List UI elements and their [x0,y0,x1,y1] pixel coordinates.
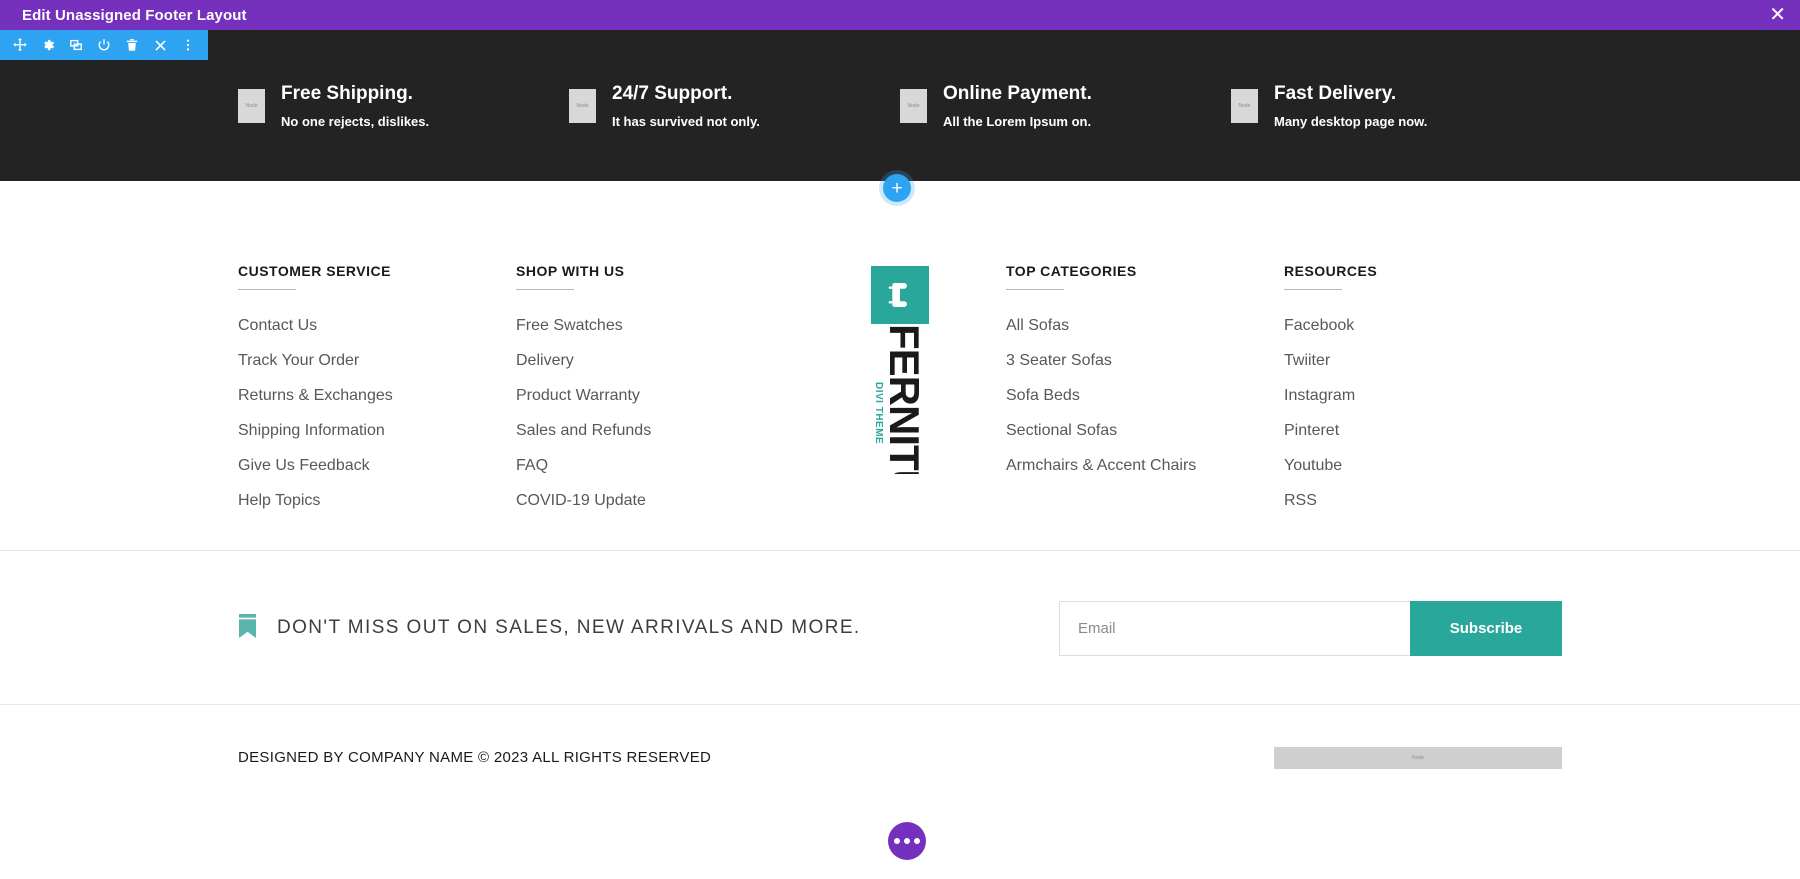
close-icon[interactable] [146,30,174,60]
footer-link[interactable]: Sectional Sofas [1006,423,1284,439]
editor-top-bar: Edit Unassigned Footer Layout ✕ [0,0,1800,30]
footer-link[interactable]: Instagram [1284,388,1562,404]
payment-methods-placeholder-icon: Node [1274,747,1562,769]
newsletter-row: DON'T MISS OUT ON SALES, NEW ARRIVALS AN… [238,551,1562,705]
fab-dot-icon [904,838,910,844]
footer-column-top-categories: TOP CATEGORIES All Sofas 3 Seater Sofas … [1006,263,1284,509]
settings-gear-icon[interactable] [34,30,62,60]
footer-link[interactable]: Pinteret [1284,423,1562,439]
feature-item: Node Online Payment. All the Lorem Ipsum… [900,82,1231,129]
image-placeholder-icon: Node [569,89,596,123]
footer-link[interactable]: Contact Us [238,318,516,334]
copyright-text: DESIGNED BY COMPANY NAME © 2023 ALL RIGH… [238,749,711,766]
heading-underline [516,289,574,290]
footer-link[interactable]: Free Swatches [516,318,794,334]
feature-title: Free Shipping. [281,82,429,107]
features-row: Node Free Shipping. No one rejects, disl… [238,30,1562,181]
feature-item: Node Fast Delivery. Many desktop page no… [1231,82,1562,129]
feature-title: Online Payment. [943,82,1092,107]
footer-link[interactable]: Track Your Order [238,353,516,369]
feature-subtitle: It has survived not only. [612,114,760,130]
power-toggle-icon[interactable] [90,30,118,60]
image-placeholder-icon: Node [1231,89,1258,123]
footer-link[interactable]: All Sofas [1006,318,1284,334]
footer-link[interactable]: Shipping Information [238,423,516,439]
bookmark-icon [238,613,257,644]
footer-column-resources: RESOURCES Facebook Twiiter Instagram Pin… [1284,263,1562,509]
column-heading: RESOURCES [1284,263,1562,279]
footer-link[interactable]: Product Warranty [516,388,794,404]
copyright-row: DESIGNED BY COMPANY NAME © 2023 ALL RIGH… [238,705,1562,810]
footer-link[interactable]: Returns & Exchanges [238,388,516,404]
newsletter-heading: DON'T MISS OUT ON SALES, NEW ARRIVALS AN… [277,617,861,639]
footer-link[interactable]: FAQ [516,458,794,474]
features-strip: Node Free Shipping. No one rejects, disl… [0,30,1800,181]
editor-title: Edit Unassigned Footer Layout [22,7,247,24]
feature-title: 24/7 Support. [612,82,760,107]
copyright-region: DESIGNED BY COMPANY NAME © 2023 ALL RIGH… [0,705,1800,810]
feature-subtitle: No one rejects, dislikes. [281,114,429,130]
image-placeholder-icon: Node [900,89,927,123]
footer-link[interactable]: Armchairs & Accent Chairs [1006,458,1284,474]
more-options-icon[interactable] [174,30,202,60]
feature-item: Node Free Shipping. No one rejects, disl… [238,82,569,129]
newsletter-region: DON'T MISS OUT ON SALES, NEW ARRIVALS AN… [0,550,1800,705]
feature-title: Fast Delivery. [1274,82,1427,107]
column-heading: TOP CATEGORIES [1006,263,1284,279]
footer-link[interactable]: COVID-19 Update [516,493,794,509]
footer-column-customer-service: CUSTOMER SERVICE Contact Us Track Your O… [238,263,516,509]
feature-item: Node 24/7 Support. It has survived not o… [569,82,900,129]
heading-underline [1006,289,1064,290]
footer-link[interactable]: Youtube [1284,458,1562,474]
feature-subtitle: Many desktop page now. [1274,114,1427,130]
footer-link[interactable]: Help Topics [238,493,516,509]
move-handle-icon[interactable] [6,30,34,60]
heading-underline [238,289,296,290]
module-toolbar [0,30,208,60]
heading-underline [1284,289,1342,290]
footer-column-shop-with-us: SHOP WITH US Free Swatches Delivery Prod… [516,263,794,509]
sofa-icon [871,266,929,324]
image-placeholder-icon: Node [238,89,265,123]
trash-icon[interactable] [118,30,146,60]
logo-wordmark-stack: FERNITURE DIVI THEME [871,324,929,474]
footer-link[interactable]: Sofa Beds [1006,388,1284,404]
footer-links-row: CUSTOMER SERVICE Contact Us Track Your O… [238,263,1562,509]
subscribe-button[interactable]: Subscribe [1410,601,1562,656]
subscribe-form: Subscribe [1059,601,1562,656]
footer-logo-column: FERNITURE DIVI THEME [794,263,1006,509]
fab-dot-icon [894,838,900,844]
footer-link[interactable]: Delivery [516,353,794,369]
logo-wordmark: FERNITURE [883,324,925,474]
logo-tagline: DIVI THEME [873,382,883,444]
footer-links-region: CUSTOMER SERVICE Contact Us Track Your O… [0,181,1800,550]
email-input[interactable] [1059,601,1410,656]
footer-link[interactable]: 3 Seater Sofas [1006,353,1284,369]
fab-dot-icon [914,838,920,844]
duplicate-icon[interactable] [62,30,90,60]
column-heading: CUSTOMER SERVICE [238,263,516,279]
column-heading: SHOP WITH US [516,263,794,279]
footer-link[interactable]: Give Us Feedback [238,458,516,474]
footer-link[interactable]: RSS [1284,493,1562,509]
brand-logo: FERNITURE DIVI THEME [871,266,929,474]
footer-link[interactable]: Sales and Refunds [516,423,794,439]
editor-settings-fab[interactable] [888,822,926,860]
newsletter-heading-group: DON'T MISS OUT ON SALES, NEW ARRIVALS AN… [238,613,1059,644]
close-icon[interactable]: ✕ [1769,5,1786,25]
footer-link[interactable]: Facebook [1284,318,1562,334]
add-section-button[interactable]: + [883,174,911,202]
feature-subtitle: All the Lorem Ipsum on. [943,114,1092,130]
footer-link[interactable]: Twiiter [1284,353,1562,369]
